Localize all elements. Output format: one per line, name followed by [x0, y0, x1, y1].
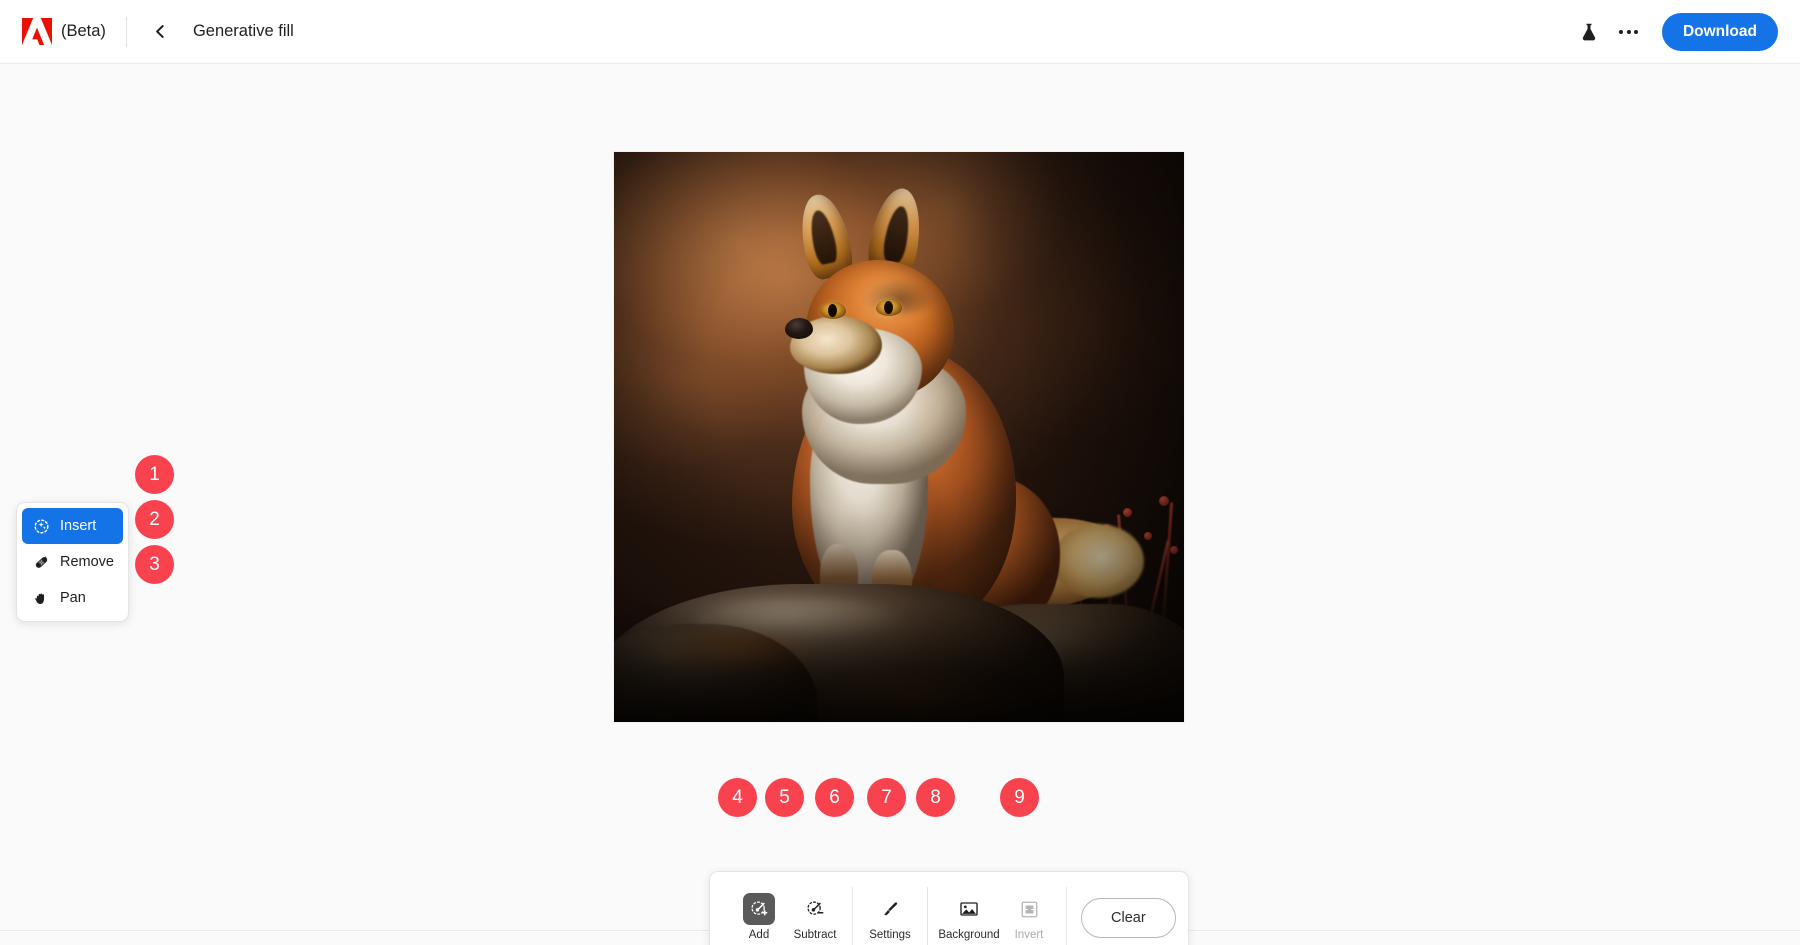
toolbar-subtract-label: Subtract	[793, 929, 837, 942]
toolbar-group-selection: Add Subtract	[722, 872, 852, 945]
chevron-left-icon	[156, 25, 165, 38]
toolbar-settings[interactable]: Settings	[862, 889, 918, 945]
tool-pan[interactable]: Pan	[22, 580, 123, 616]
brush-minus-icon	[799, 893, 831, 925]
badge-4: 4	[718, 778, 757, 817]
toolbar-add-label: Add	[748, 929, 770, 942]
badge-6: 6	[815, 778, 854, 817]
tool-remove[interactable]: Remove	[22, 544, 123, 580]
top-bar: (Beta) Generative fill Download	[0, 0, 1800, 64]
toolbar-add[interactable]: Add	[731, 889, 787, 945]
beaker-icon[interactable]	[1569, 12, 1609, 52]
badge-5: 5	[765, 778, 804, 817]
sparkle-select-icon	[32, 517, 50, 535]
image-mountain-icon	[953, 893, 985, 925]
toolbar-background-label: Background	[938, 929, 1000, 942]
toolbar-background[interactable]: Background	[937, 889, 1001, 945]
download-button[interactable]: Download	[1661, 12, 1778, 51]
brush-plus-icon	[743, 893, 775, 926]
toolbar-settings-label: Settings	[869, 929, 911, 942]
adobe-logo[interactable]	[22, 18, 52, 45]
bandage-icon	[32, 553, 50, 571]
image-vignette	[614, 152, 1184, 722]
beaker-glyph	[1582, 23, 1596, 40]
toolbar-invert[interactable]: Invert	[1001, 889, 1057, 945]
selection-toolbar: Add Subtract Settings Background Invert …	[709, 871, 1189, 945]
badge-9: 9	[1000, 778, 1039, 817]
topbar-left-group: (Beta) Generative fill	[0, 16, 294, 47]
toolbar-subtract[interactable]: Subtract	[787, 889, 843, 945]
topbar-right-group: Download	[1569, 12, 1800, 52]
badge-2: 2	[135, 500, 174, 539]
ellipsis-glyph	[1619, 29, 1639, 34]
tool-insert[interactable]: Insert	[22, 508, 123, 544]
badge-8: 8	[916, 778, 955, 817]
hand-icon	[32, 589, 50, 607]
toolbar-invert-label: Invert	[1014, 929, 1044, 942]
toolbar-group-target: Background Invert	[928, 872, 1066, 945]
toolbar-clear[interactable]: Clear	[1081, 897, 1176, 938]
invert-selection-icon	[1013, 893, 1045, 925]
badge-1: 1	[135, 455, 174, 494]
toolbar-separator-3	[1066, 886, 1067, 945]
tool-insert-label: Insert	[60, 518, 97, 534]
mode-tool-panel: Insert Remove Pan	[16, 502, 129, 622]
beta-label: (Beta)	[61, 22, 106, 40]
artwork-image[interactable]	[614, 152, 1184, 722]
back-chevron-icon[interactable]	[148, 19, 174, 45]
more-options-icon[interactable]	[1609, 12, 1649, 52]
tool-pan-label: Pan	[60, 590, 86, 606]
toolbar-group-settings: Settings	[853, 872, 927, 945]
tool-remove-label: Remove	[60, 554, 114, 570]
badge-7: 7	[867, 778, 906, 817]
topbar-divider	[125, 16, 127, 47]
page-title: Generative fill	[192, 22, 294, 40]
badge-3: 3	[135, 545, 174, 584]
paintbrush-icon	[874, 893, 906, 925]
